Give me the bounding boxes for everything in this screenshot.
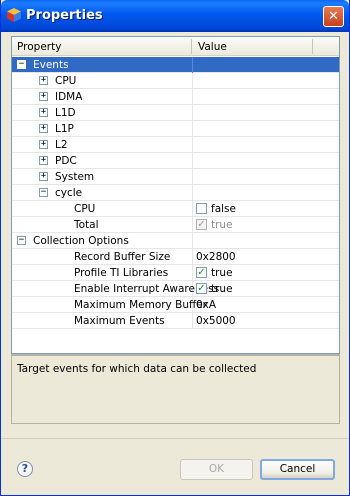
value-checkbox[interactable] bbox=[196, 203, 207, 214]
table-row[interactable]: Maximum Events 0x5000 bbox=[12, 313, 339, 329]
value-checkbox[interactable]: ✓ bbox=[196, 283, 207, 294]
table-row[interactable]: Profile TI Libraries ✓ true bbox=[12, 265, 339, 281]
column-divider[interactable] bbox=[312, 39, 313, 54]
row-label: Collection Options bbox=[33, 235, 129, 247]
expand-icon[interactable]: + bbox=[39, 76, 48, 85]
row-label: Profile TI Libraries bbox=[74, 267, 169, 279]
column-separator bbox=[192, 169, 193, 185]
table-row[interactable]: + CPU bbox=[12, 73, 339, 89]
row-label: Total bbox=[74, 219, 99, 231]
column-separator bbox=[192, 201, 193, 217]
row-label: Events bbox=[33, 59, 69, 71]
column-separator bbox=[192, 265, 193, 281]
column-separator bbox=[192, 217, 193, 233]
row-label: Maximum Events bbox=[74, 315, 165, 327]
description-text: Target events for which data can be coll… bbox=[17, 363, 257, 375]
expand-icon[interactable]: + bbox=[39, 156, 48, 165]
row-value[interactable]: 0x5000 bbox=[196, 315, 236, 327]
value-checkbox: ✓ bbox=[196, 219, 207, 230]
row-label: PDC bbox=[55, 155, 77, 167]
row-label: CPU bbox=[74, 203, 96, 215]
collapse-icon[interactable]: − bbox=[17, 60, 26, 69]
column-separator bbox=[192, 153, 193, 169]
row-value: true bbox=[211, 219, 233, 231]
table-row[interactable]: + L2 bbox=[12, 137, 339, 153]
row-label: System bbox=[55, 171, 95, 183]
column-separator bbox=[192, 57, 193, 73]
table-row[interactable]: Record Buffer Size 0x2800 bbox=[12, 249, 339, 265]
row-label: L2 bbox=[55, 139, 68, 151]
description-pane: Target events for which data can be coll… bbox=[11, 354, 340, 424]
expand-icon[interactable]: + bbox=[39, 140, 48, 149]
table-row[interactable]: Total ✓ true bbox=[12, 217, 339, 233]
collapse-icon[interactable]: − bbox=[17, 236, 26, 245]
window-title: Properties bbox=[26, 8, 103, 23]
app-cube-icon bbox=[7, 8, 21, 22]
property-table[interactable]: Property Value − Events + CPU + IDMA + L1D + L1P +… bbox=[11, 36, 340, 354]
column-separator bbox=[192, 73, 193, 89]
row-label: L1D bbox=[55, 107, 76, 119]
expand-icon[interactable]: + bbox=[39, 172, 48, 181]
row-value: false bbox=[211, 203, 236, 215]
column-separator bbox=[192, 137, 193, 153]
table-row[interactable]: CPU false bbox=[12, 201, 339, 217]
column-separator bbox=[192, 89, 193, 105]
table-row[interactable]: − Collection Options bbox=[12, 233, 339, 249]
expand-icon[interactable]: + bbox=[39, 92, 48, 101]
column-separator bbox=[192, 249, 193, 265]
table-row[interactable]: + L1P bbox=[12, 121, 339, 137]
column-separator bbox=[192, 313, 193, 329]
expand-icon[interactable]: + bbox=[39, 108, 48, 117]
column-divider[interactable] bbox=[191, 39, 192, 54]
column-separator bbox=[192, 185, 193, 201]
ok-button[interactable]: OK bbox=[180, 459, 253, 480]
cancel-button[interactable]: Cancel bbox=[260, 459, 335, 480]
row-label: cycle bbox=[55, 187, 83, 199]
row-value[interactable]: 0x2800 bbox=[196, 251, 236, 263]
row-label: IDMA bbox=[55, 91, 83, 103]
row-label: Record Buffer Size bbox=[74, 251, 171, 263]
row-label: CPU bbox=[55, 75, 77, 87]
row-value: true bbox=[211, 267, 233, 279]
footer-divider bbox=[1, 438, 349, 439]
table-row[interactable]: + IDMA bbox=[12, 89, 339, 105]
table-row[interactable]: − Events bbox=[12, 57, 339, 73]
row-label: Maximum Memory Buffer bbox=[74, 299, 207, 311]
help-icon[interactable]: ? bbox=[17, 461, 33, 477]
properties-dialog: Properties ✕ Property Value − Events + CPU +… bbox=[0, 0, 350, 496]
row-value[interactable]: 0xA bbox=[196, 299, 216, 311]
table-row[interactable]: + L1D bbox=[12, 105, 339, 121]
table-row[interactable]: + System bbox=[12, 169, 339, 185]
table-row[interactable]: − cycle bbox=[12, 185, 339, 201]
column-separator bbox=[192, 105, 193, 121]
row-value: true bbox=[211, 283, 233, 295]
column-header-property[interactable]: Property bbox=[17, 41, 61, 53]
expand-icon[interactable]: + bbox=[39, 124, 48, 133]
column-separator bbox=[192, 121, 193, 137]
column-header-value[interactable]: Value bbox=[198, 41, 227, 53]
column-separator bbox=[192, 233, 193, 249]
table-header: Property Value bbox=[12, 37, 339, 56]
table-row[interactable]: Maximum Memory Buffer 0xA bbox=[12, 297, 339, 313]
value-checkbox[interactable]: ✓ bbox=[196, 267, 207, 278]
row-label: L1P bbox=[55, 123, 74, 135]
table-row[interactable]: + PDC bbox=[12, 153, 339, 169]
title-bar[interactable]: Properties ✕ bbox=[1, 0, 349, 32]
collapse-icon[interactable]: − bbox=[39, 188, 48, 197]
table-row[interactable]: Enable Interrupt Awareness ✓ true bbox=[12, 281, 339, 297]
close-button[interactable]: ✕ bbox=[323, 6, 344, 27]
